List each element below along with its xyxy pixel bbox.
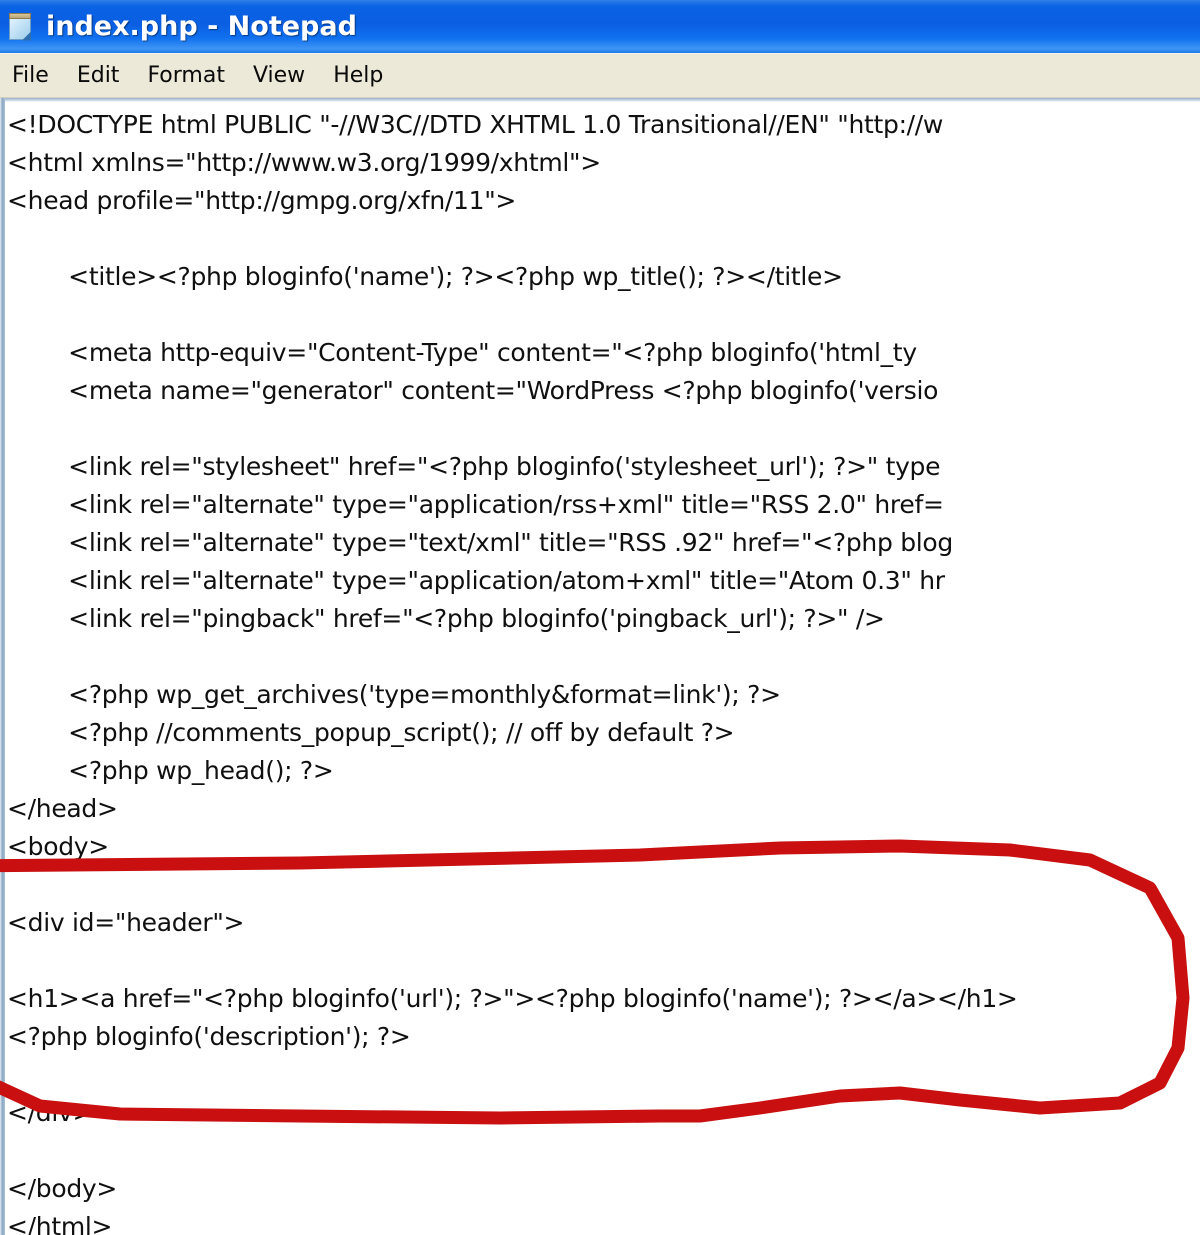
menu-item-file[interactable]: File xyxy=(12,64,49,87)
text-editor-area[interactable]: <!DOCTYPE html PUBLIC "-//W3C//DTD XHTML… xyxy=(0,98,1200,1235)
menu-item-format[interactable]: Format xyxy=(147,64,225,87)
code-line: <title><?php bloginfo('name'); ?><?php w… xyxy=(7,262,843,291)
code-line: <meta http-equiv="Content-Type" content=… xyxy=(7,338,917,367)
code-line: <div id="header"> xyxy=(7,908,245,937)
code-line: <?php //comments_popup_script(); // off … xyxy=(7,718,735,747)
code-line: <h1><a href="<?php bloginfo('url'); ?>">… xyxy=(7,984,1018,1013)
code-line: <link rel="alternate" type="application/… xyxy=(7,566,945,595)
code-line: </html> xyxy=(7,1212,113,1235)
code-line: <!DOCTYPE html PUBLIC "-//W3C//DTD XHTML… xyxy=(7,110,944,139)
window-title: index.php - Notepad xyxy=(46,11,357,42)
code-line: <link rel="alternate" type="text/xml" ti… xyxy=(7,528,953,557)
code-line: <html xmlns="http://www.w3.org/1999/xhtm… xyxy=(7,148,601,177)
code-line: <link rel="pingback" href="<?php bloginf… xyxy=(7,604,885,633)
code-line: <?php bloginfo('description'); ?> xyxy=(7,1022,411,1051)
code-line: </div> xyxy=(7,1098,94,1127)
notepad-document-icon xyxy=(6,11,36,43)
source-code-text[interactable]: <!DOCTYPE html PUBLIC "-//W3C//DTD XHTML… xyxy=(7,106,1200,1235)
code-line: <meta name="generator" content="WordPres… xyxy=(7,376,939,405)
editor-top-border xyxy=(0,98,1200,102)
notepad-window: index.php - Notepad File Edit Format Vie… xyxy=(0,0,1200,1235)
code-line: <body> xyxy=(7,832,109,861)
menu-item-view[interactable]: View xyxy=(253,64,305,87)
code-line: </head> xyxy=(7,794,118,823)
code-line: </body> xyxy=(7,1174,118,1203)
editor-left-border xyxy=(0,98,5,1235)
code-line: <?php wp_get_archives('type=monthly&form… xyxy=(7,680,781,709)
code-line: <head profile="http://gmpg.org/xfn/11"> xyxy=(7,186,517,215)
code-line: <link rel="stylesheet" href="<?php blogi… xyxy=(7,452,941,481)
title-bar[interactable]: index.php - Notepad xyxy=(0,0,1200,53)
code-line: <?php wp_head(); ?> xyxy=(7,756,334,785)
menu-bar: File Edit Format View Help xyxy=(0,53,1200,98)
menu-item-edit[interactable]: Edit xyxy=(77,64,120,87)
menu-item-help[interactable]: Help xyxy=(333,64,383,87)
code-line: <link rel="alternate" type="application/… xyxy=(7,490,944,519)
